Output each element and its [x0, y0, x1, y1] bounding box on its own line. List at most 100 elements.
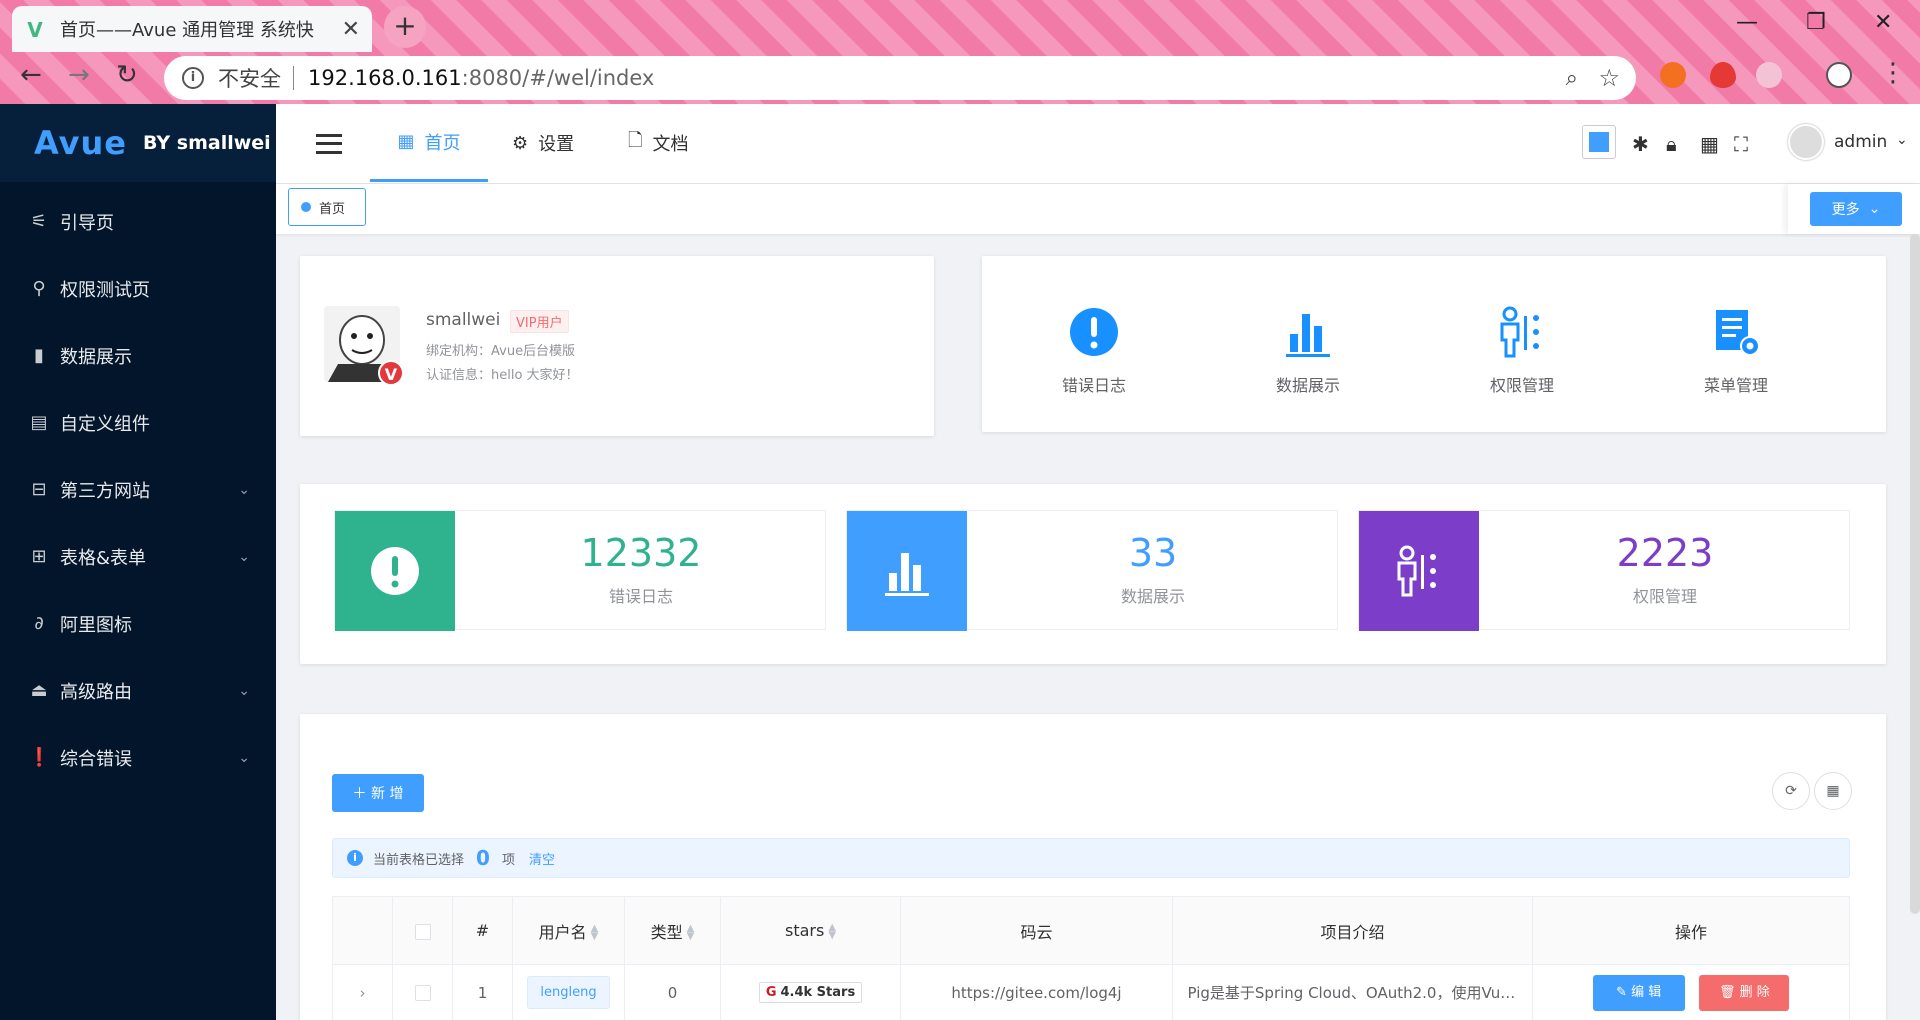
column-header-username[interactable]: 用户名 ▲ ▼: [512, 896, 625, 965]
chevron-right-icon[interactable]: ›: [360, 984, 366, 1002]
bar-chart-icon: [1286, 314, 1330, 357]
extension-icon[interactable]: [1756, 62, 1782, 88]
menu-toggle-icon[interactable]: [316, 134, 342, 154]
browser-tab[interactable]: V 首页——Avue 通用管理 系统快 ✕: [12, 6, 372, 52]
edit-label: 编 辑: [1631, 984, 1662, 1000]
quick-link-permission[interactable]: 权限管理: [1462, 306, 1582, 396]
select-all-checkbox[interactable]: [414, 923, 431, 940]
browser-menu-icon[interactable]: ⋮: [1880, 58, 1906, 88]
back-icon[interactable]: ←: [20, 60, 42, 90]
lock-icon[interactable]: 🔒︎: [1666, 132, 1677, 156]
quick-link-label: 错误日志: [1061, 376, 1126, 395]
theme-color-picker[interactable]: [1582, 125, 1616, 159]
fullscreen-icon[interactable]: ⛶: [1734, 132, 1748, 156]
maximize-icon[interactable]: ❐: [1806, 10, 1826, 35]
user-name[interactable]: admin: [1834, 132, 1887, 152]
close-tab-icon[interactable]: ✕: [342, 17, 360, 42]
username-cell: lengleng: [512, 964, 625, 1020]
stat-error-log[interactable]: 12332 错误日志: [334, 510, 826, 631]
vip-v-icon: V: [378, 360, 404, 386]
sort-icon[interactable]: ▲ ▼: [687, 924, 695, 942]
quick-link-label: 权限管理: [1489, 376, 1554, 395]
selection-prefix: 当前表格已选择: [373, 852, 465, 868]
sidebar-item-data[interactable]: ▮ 数据展示: [0, 322, 276, 389]
stat-label: 错误日志: [608, 587, 673, 606]
tab-docs[interactable]: 🗋 文档: [628, 104, 688, 182]
zoom-icon[interactable]: ⌕: [1566, 66, 1578, 91]
url-path: :8080/#/wel/index: [461, 66, 655, 90]
profile-cert: 认证信息：hello 大家好！: [426, 368, 579, 383]
key-icon: ⚲: [32, 278, 46, 299]
refresh-button[interactable]: ⟳: [1772, 772, 1810, 810]
bar-chart-icon: [847, 511, 967, 631]
sidebar-item-table-form[interactable]: ⊞ 表格&表单 ⌄: [0, 523, 276, 590]
sidebar-item-permission-test[interactable]: ⚲ 权限测试页: [0, 255, 276, 322]
sidebar-item-custom-component[interactable]: ▤ 自定义组件: [0, 389, 276, 456]
extension-icon[interactable]: [1710, 62, 1736, 88]
intro-cell: Pig是基于Spring Cloud、OAuth2.0，使用Vue的前后分离的系…: [1172, 964, 1533, 1020]
tab-home[interactable]: ▦ 首页: [370, 104, 488, 182]
sidebar-item-advanced-router[interactable]: ⏏ 高级路由 ⌄: [0, 657, 276, 724]
sidebar-item-ali-icons[interactable]: ∂ 阿里图标: [0, 590, 276, 657]
delete-button[interactable]: 🗑︎ 删 除: [1699, 974, 1790, 1011]
sidebar-item-errors[interactable]: ❗ 综合错误 ⌄: [0, 724, 276, 791]
grid-icon: ▦: [397, 131, 415, 152]
address-bar[interactable]: i 不安全 192.168.0.161:8080/#/wel/index ⌕ ☆: [164, 56, 1636, 100]
plus-icon: ＋: [352, 786, 367, 802]
alert-icon: [1070, 308, 1118, 356]
quick-link-menu[interactable]: 菜单管理: [1676, 306, 1796, 396]
column-header-label: 类型: [650, 922, 683, 942]
quick-links-card: 错误日志 数据展示 权限管理 菜单管理: [982, 256, 1886, 432]
window-close-icon[interactable]: ✕: [1874, 10, 1892, 35]
tab-settings[interactable]: ⚙ 设置: [512, 104, 574, 182]
grid-icon[interactable]: ▦: [1700, 132, 1719, 156]
column-header-type[interactable]: 类型 ▲ ▼: [624, 896, 721, 965]
link-icon: ∂: [34, 613, 44, 634]
active-dot-icon: [301, 202, 311, 212]
chevron-down-icon[interactable]: ⌄: [1896, 132, 1908, 148]
tag-home[interactable]: 首页: [288, 188, 366, 226]
quick-link-error-log[interactable]: 错误日志: [1034, 306, 1154, 396]
profile-icon[interactable]: [1826, 62, 1852, 88]
alert-icon: [335, 511, 455, 631]
vertical-scrollbar[interactable]: [1910, 234, 1920, 914]
stat-permission[interactable]: 2223 权限管理: [1358, 510, 1850, 631]
new-tab-button[interactable]: +: [384, 6, 426, 48]
add-button[interactable]: ＋ 新 增: [332, 774, 424, 812]
vue-logo-icon: V: [27, 18, 43, 42]
expand-column-header: [332, 896, 393, 965]
tags-bar: 首页 更多 ⌄: [276, 184, 1920, 234]
sidebar-item-label: 权限测试页: [60, 279, 150, 301]
quick-link-data[interactable]: 数据展示: [1248, 306, 1368, 396]
more-button[interactable]: 更多 ⌄: [1810, 192, 1902, 226]
stats-card: 12332 错误日志 33 数据展示 2223 权限管理: [300, 484, 1886, 664]
minimize-icon[interactable]: —: [1736, 10, 1758, 35]
bug-icon[interactable]: ✱: [1632, 132, 1649, 156]
column-settings-button[interactable]: ▦: [1814, 772, 1852, 810]
sidebar-item-third-party[interactable]: ⊟ 第三方网站 ⌄: [0, 456, 276, 523]
bookmark-star-icon[interactable]: ☆: [1598, 64, 1620, 92]
forward-icon[interactable]: →: [68, 60, 90, 90]
info-icon[interactable]: i: [182, 67, 204, 89]
chevron-down-icon: ⌄: [1868, 201, 1881, 217]
column-header-stars[interactable]: stars ▲ ▼: [720, 896, 901, 965]
document-icon: ▤: [30, 412, 48, 433]
stat-label: 权限管理: [1632, 587, 1697, 606]
grid-icon: ▦: [1826, 783, 1840, 799]
sort-icon[interactable]: ▲ ▼: [828, 922, 836, 940]
stat-data[interactable]: 33 数据展示: [846, 510, 1338, 631]
reload-icon[interactable]: ↻: [116, 60, 138, 90]
tag-label: 首页: [319, 201, 346, 217]
stars-cell: G 4.4k Stars: [720, 964, 901, 1020]
avatar[interactable]: [1788, 124, 1824, 160]
edit-button[interactable]: ✎ 编 辑: [1592, 974, 1685, 1011]
extension-icon[interactable]: [1660, 62, 1686, 88]
stars-badge[interactable]: G 4.4k Stars: [758, 982, 863, 1003]
data-table: # 用户名 ▲ ▼ 类型 ▲ ▼ stars ▲ ▼ 码云 项目介绍 操作 › 1 leng…: [332, 896, 1850, 1020]
column-header: 项目介绍: [1172, 896, 1533, 965]
sort-icon[interactable]: ▲ ▼: [591, 924, 599, 942]
expand-cell[interactable]: ›: [332, 964, 393, 1020]
clear-selection-link[interactable]: 清空: [529, 849, 555, 868]
sidebar-item-guide[interactable]: ⚟ 引导页: [0, 188, 276, 255]
row-checkbox[interactable]: [414, 985, 431, 1001]
